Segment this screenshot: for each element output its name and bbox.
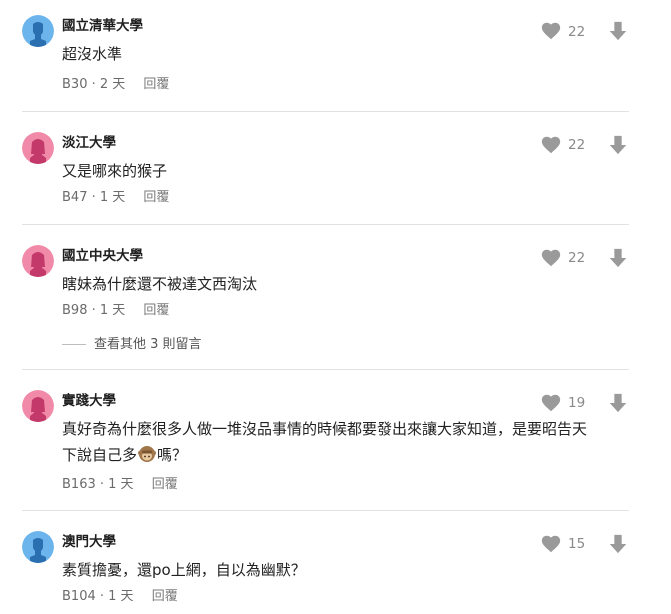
heart-icon[interactable] <box>540 533 562 555</box>
school-name[interactable]: 澳門大學 <box>62 533 116 551</box>
floor-number: B98 <box>62 303 88 318</box>
school-name[interactable]: 淡江大學 <box>62 134 116 152</box>
floor-number: B47 <box>62 190 88 205</box>
avatar-male[interactable] <box>22 531 54 563</box>
comment-meta: B98 · 1 天 回覆 <box>62 303 170 318</box>
reply-button[interactable]: 回覆 <box>152 477 178 492</box>
reply-button[interactable]: 回覆 <box>143 303 169 318</box>
comment-text: 素質擔憂，還po上網，自以為幽默？ <box>62 561 306 579</box>
comment-time: 1 天 <box>99 190 126 205</box>
comment-meta: B47 · 1 天 回覆 <box>62 190 170 205</box>
comment-time: 2 天 <box>99 77 126 92</box>
heart-icon[interactable] <box>540 134 562 156</box>
arrow-down-icon[interactable] <box>607 134 629 156</box>
comment-text: 超沒水準 <box>62 45 123 63</box>
floor-number: B163 <box>62 477 96 492</box>
comment-meta: B163 · 1 天 回覆 <box>62 477 178 492</box>
monkey-icon <box>138 446 157 462</box>
school-name[interactable]: 國立中央大學 <box>62 247 143 265</box>
divider <box>22 510 629 511</box>
arrow-down-icon[interactable] <box>607 533 629 555</box>
divider <box>22 111 629 112</box>
divider <box>22 369 629 370</box>
floor-number: B30 <box>62 77 88 92</box>
comment-time: 1 天 <box>99 303 126 318</box>
school-name[interactable]: 國立清華大學 <box>62 17 143 35</box>
arrow-down-icon[interactable] <box>607 392 629 414</box>
school-name[interactable]: 實踐大學 <box>62 392 116 410</box>
reply-button[interactable]: 回覆 <box>143 190 169 205</box>
heart-icon[interactable] <box>540 20 562 42</box>
reply-button[interactable]: 回覆 <box>143 77 169 92</box>
like-count: 15 <box>568 536 586 552</box>
arrow-down-icon[interactable] <box>607 247 629 269</box>
comment-meta: B104 · 1 天 回覆 <box>62 589 178 604</box>
heart-icon[interactable] <box>540 247 562 269</box>
like-count: 19 <box>568 395 586 411</box>
like-count: 22 <box>568 24 586 40</box>
heart-icon[interactable] <box>540 392 562 414</box>
comment-text: 真好奇為什麼很多人做一堆沒品事情的時候都要發出來讓大家知道，是要昭告天 下說自己… <box>62 420 588 464</box>
more-line <box>62 344 86 345</box>
floor-number: B104 <box>62 589 96 604</box>
divider <box>22 224 629 225</box>
comment-time: 1 天 <box>108 477 134 492</box>
arrow-down-icon[interactable] <box>607 20 629 42</box>
reply-button[interactable]: 回覆 <box>152 589 178 604</box>
avatar-female[interactable] <box>22 390 54 422</box>
view-more-replies[interactable]: 查看其他 3 則留言 <box>62 336 202 354</box>
comment-meta: B30 · 2 天 回覆 <box>62 77 170 92</box>
comment-text: 瞎妹為什麼還不被達文西淘汰 <box>62 275 258 293</box>
like-count: 22 <box>568 250 586 266</box>
comment-time: 1 天 <box>108 589 134 604</box>
avatar-male[interactable] <box>22 15 54 47</box>
like-count: 22 <box>568 137 586 153</box>
avatar-female[interactable] <box>22 245 54 277</box>
comment-text: 又是哪來的猴子 <box>62 162 168 180</box>
avatar-female[interactable] <box>22 132 54 164</box>
